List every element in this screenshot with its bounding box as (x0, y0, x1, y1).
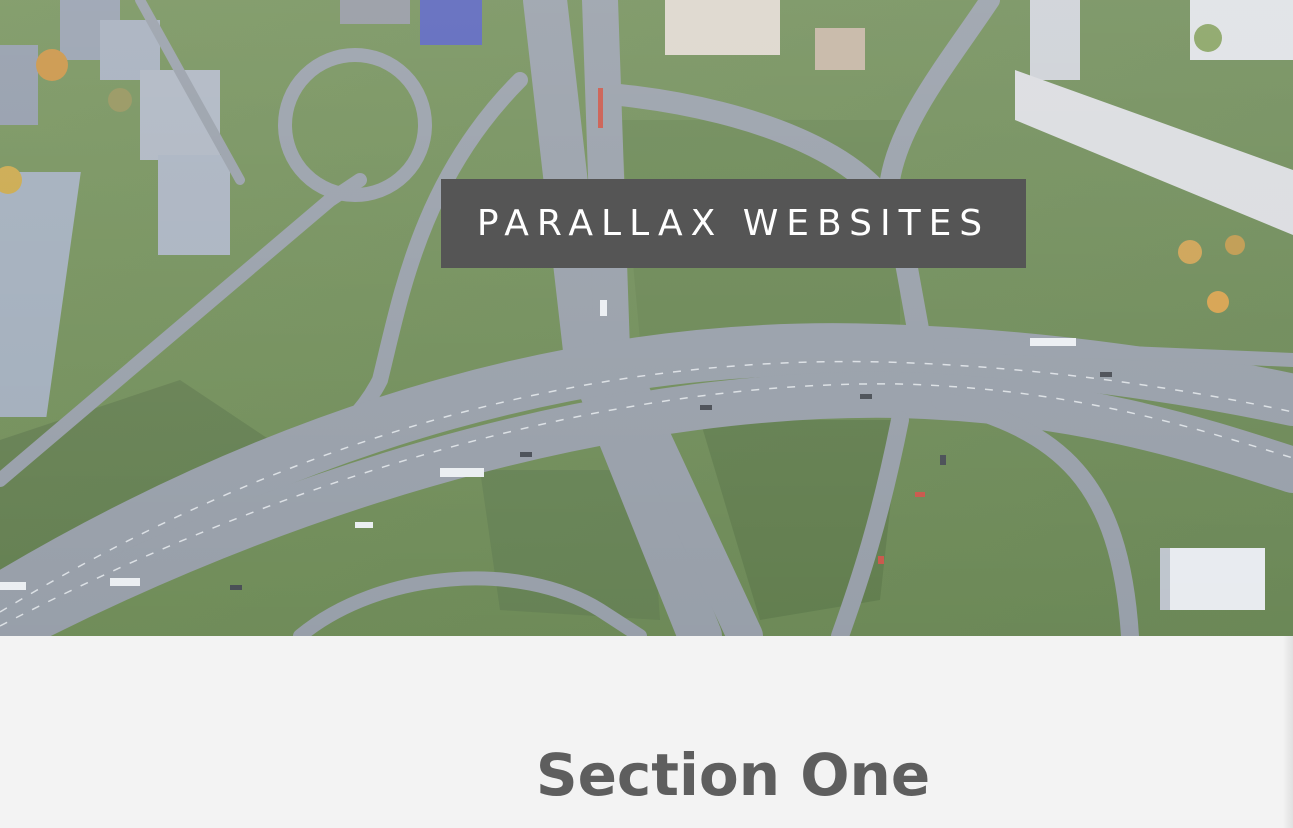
hero-title: PARALLAX WEBSITES (476, 203, 991, 244)
hero-section: PARALLAX WEBSITES (0, 0, 1293, 636)
section-one: Section One (0, 636, 1293, 828)
section-title: Section One (535, 741, 931, 809)
page-edge-shadow (1283, 636, 1293, 828)
hero-title-banner: PARALLAX WEBSITES (441, 179, 1026, 268)
aerial-highway-image (0, 0, 1293, 636)
